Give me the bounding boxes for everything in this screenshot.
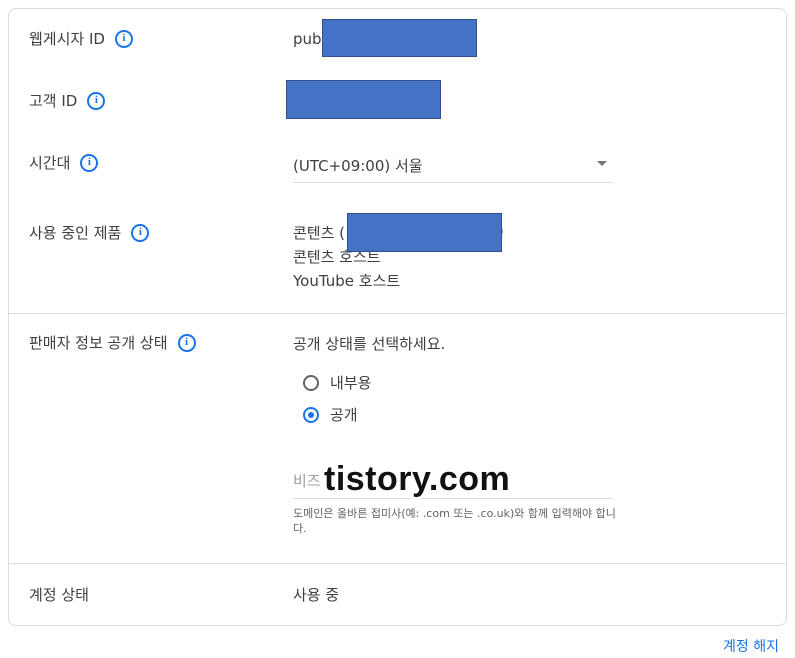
- info-icon[interactable]: i: [177, 333, 196, 352]
- section-divider: [8, 313, 787, 314]
- customer-id-label-row: 고객 ID i: [29, 90, 106, 111]
- info-icon[interactable]: i: [80, 153, 99, 172]
- account-status-value: 사용 중: [293, 586, 340, 604]
- seller-info-label-row: 판매자 정보 공개 상태 i: [29, 332, 196, 353]
- close-account-link[interactable]: 계정 해지: [723, 636, 779, 656]
- info-icon[interactable]: i: [131, 223, 150, 242]
- radio-public-option[interactable]: 공개: [303, 404, 358, 425]
- account-status-label-row: 계정 상태: [29, 584, 89, 605]
- products-label-row: 사용 중인 제품 i: [29, 222, 150, 243]
- radio-label-internal: 내부용: [330, 374, 372, 392]
- timezone-selected-value: (UTC+09:00) 서울: [293, 157, 423, 175]
- radio-button-public[interactable]: [303, 406, 319, 423]
- customer-id-label: 고객 ID: [29, 92, 78, 110]
- products-label: 사용 중인 제품: [29, 224, 122, 242]
- timezone-label: 시간대: [29, 154, 71, 172]
- product-item: 콘텐츠 (: [293, 224, 346, 242]
- radio-internal-option[interactable]: 내부용: [303, 372, 371, 393]
- info-icon[interactable]: i: [87, 91, 106, 110]
- account-status-label: 계정 상태: [29, 586, 89, 604]
- redaction-box: [347, 213, 502, 252]
- timezone-label-row: 시간대 i: [29, 152, 99, 173]
- section-divider: [8, 563, 787, 564]
- radio-label-public: 공개: [330, 406, 358, 424]
- publisher-id-label: 웹게시자 ID: [29, 30, 105, 48]
- watermark: tistory.com: [324, 460, 511, 498]
- info-icon[interactable]: i: [114, 29, 133, 48]
- seller-info-label: 판매자 정보 공개 상태: [29, 334, 168, 352]
- publisher-id-label-row: 웹게시자 ID i: [29, 28, 133, 49]
- redaction-box: [322, 19, 477, 57]
- radio-button-internal[interactable]: [303, 374, 319, 391]
- redaction-box: [286, 80, 441, 119]
- product-item: YouTube 호스트: [293, 272, 401, 290]
- chevron-down-icon: [597, 161, 607, 166]
- visibility-prompt: 공개 상태를 선택하세요.: [293, 335, 446, 353]
- domain-hint: 도메인은 올바른 접미사(예: .com 또는 .co.uk)와 함께 입력해야…: [293, 507, 616, 535]
- timezone-select[interactable]: (UTC+09:00) 서울: [293, 150, 613, 183]
